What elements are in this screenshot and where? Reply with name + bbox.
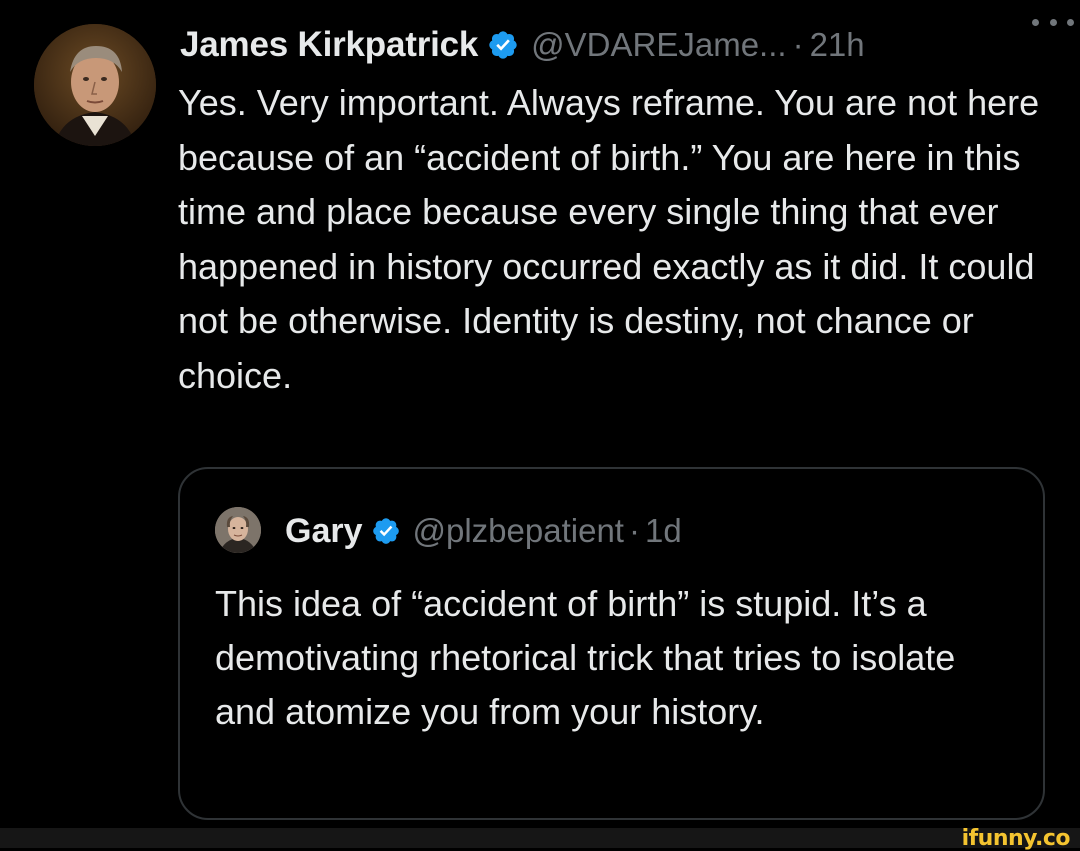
meta-separator: ·	[628, 512, 640, 549]
meta-separator: ·	[792, 26, 804, 63]
more-horizontal-icon[interactable]	[1032, 12, 1074, 32]
tweet-text: Yes. Very important. Always reframe. You…	[178, 82, 1040, 396]
tweet-header: James Kirkpatrick @VDAREJame... · 21h	[180, 22, 1050, 68]
author-name[interactable]: James Kirkpatrick	[180, 25, 478, 65]
quoted-tweet-text: This idea of “accident of birth” is stup…	[215, 583, 956, 732]
quoted-author-handle[interactable]: @plzbepatient	[413, 512, 624, 550]
verified-badge-icon	[489, 31, 517, 59]
ifunny-watermark: ifunny.co	[961, 826, 1071, 851]
verified-badge-icon	[372, 518, 399, 544]
tweet[interactable]: James Kirkpatrick @VDAREJame... · 21h Ye…	[0, 0, 1080, 828]
tweet-timestamp[interactable]: 21h	[810, 26, 865, 64]
quoted-author-avatar[interactable]	[215, 507, 261, 553]
quoted-author-name[interactable]: Gary	[285, 512, 363, 551]
quoted-tweet-header: Gary @plzbepatient · 1d	[285, 511, 682, 551]
quoted-tweet-timestamp[interactable]: 1d	[645, 512, 682, 550]
author-handle[interactable]: @VDAREJame...	[531, 26, 786, 64]
author-avatar[interactable]	[34, 24, 156, 146]
quoted-tweet[interactable]: Gary @plzbepatient · 1d This idea of “ac…	[178, 467, 1045, 820]
watermark-bar	[0, 828, 1080, 848]
